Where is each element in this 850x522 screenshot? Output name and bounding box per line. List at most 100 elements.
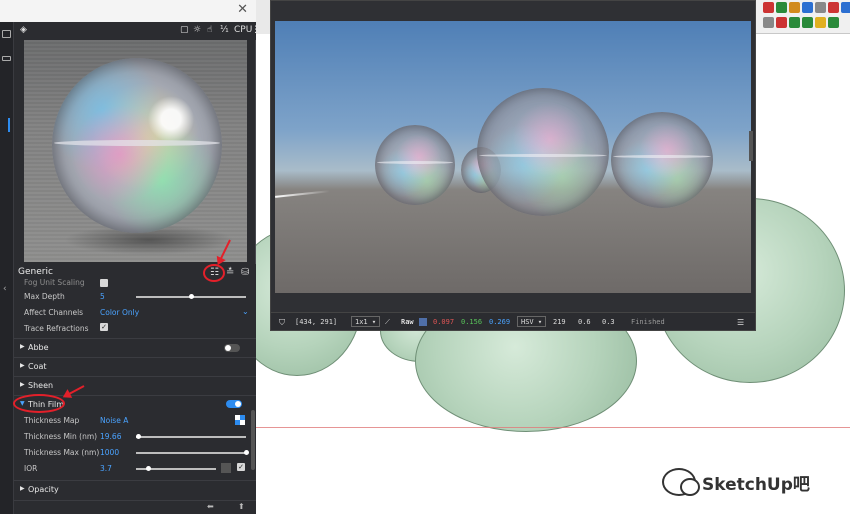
wechat-icon (662, 468, 700, 496)
slider-knob[interactable] (244, 450, 249, 455)
texture-slot-icon[interactable] (221, 463, 231, 473)
log-icon[interactable]: ☰ (737, 318, 744, 327)
layers-icon[interactable] (2, 56, 11, 61)
panel-titlebar: ✕ (0, 0, 256, 22)
param-label: Trace Refractions (24, 324, 89, 333)
thickness-min-slider[interactable] (136, 436, 246, 438)
light-icon[interactable]: ☼ (193, 25, 201, 35)
expand-icon[interactable]: ▶ (20, 343, 25, 350)
light-streak (275, 190, 330, 198)
vray-asset-editor: ✕ ‹ ◈ ▢ ☼ ☝ ¹⁄₁ CPU ⋮ Generic ☷ ≛ ⛁ Fog … (0, 0, 260, 514)
back-arrow-icon[interactable]: ⬅ (207, 502, 214, 511)
zoom-value: 1x1 (355, 318, 368, 326)
hue-value: 219 (553, 318, 566, 326)
color-mode-dropdown[interactable]: HSV ▾ (517, 316, 547, 327)
thin-film-toggle[interactable] (226, 400, 242, 408)
ior-value[interactable]: 3.7 (100, 464, 112, 473)
panel-footer: ⬅ ⬆ (14, 500, 256, 514)
expand-icon[interactable]: ▶ (20, 362, 25, 369)
tool-icon[interactable] (841, 2, 850, 13)
max-depth-value[interactable]: 5 (100, 292, 105, 301)
section-label: Coat (28, 362, 47, 371)
collapse-icon[interactable]: ‹ (3, 284, 7, 294)
close-icon[interactable]: ✕ (237, 2, 248, 17)
pixel-color-swatch (419, 318, 427, 326)
render-view[interactable] (275, 21, 751, 293)
section-label: Abbe (28, 343, 49, 352)
tool-icon[interactable] (802, 17, 813, 28)
expand-icon[interactable]: ▶ (20, 485, 25, 492)
param-row-thickness-map: Thickness Map Noise A (24, 414, 256, 428)
preview-icon[interactable]: ◈ (20, 25, 27, 35)
tool-icon[interactable] (815, 2, 826, 13)
thickness-map-texture[interactable]: Noise A (100, 416, 128, 425)
zoom-dropdown[interactable]: 1x1 ▾ (351, 316, 381, 327)
tool-icon[interactable] (763, 17, 774, 28)
render-reflection-band (479, 154, 607, 157)
render-sphere (611, 112, 713, 208)
value-value: 0.3 (602, 318, 615, 326)
toggle-knob (235, 401, 241, 407)
param-row-thickness-max: Thickness Max (nm) 1000 (24, 446, 256, 460)
watermark-text: SketchUp吧 (702, 474, 810, 495)
section-sheen[interactable]: ▶ Sheen (14, 376, 256, 394)
frame-buffer-side-handle[interactable] (749, 131, 753, 161)
section-opacity[interactable]: ▶ Opacity (14, 480, 256, 498)
frame-buffer-titlebar (271, 1, 755, 21)
scrollbar[interactable] (251, 410, 255, 470)
chevron-down-icon[interactable]: ⌄ (242, 307, 249, 316)
param-label: IOR (24, 464, 38, 473)
thickness-min-value[interactable]: 19.66 (100, 432, 121, 441)
engine-selector[interactable]: CPU (234, 25, 252, 35)
render-status: Finished (631, 318, 665, 326)
tool-icon[interactable] (789, 17, 800, 28)
expand-icon[interactable]: ▶ (20, 381, 25, 388)
tool-icon[interactable] (828, 17, 839, 28)
up-arrow-icon[interactable]: ⬆ (238, 502, 245, 511)
param-row-affect-channels: Affect Channels Color Only ⌄ (24, 306, 256, 320)
trace-refractions-checkbox[interactable]: ✓ (100, 323, 108, 331)
slider-knob[interactable] (146, 466, 151, 471)
section-coat[interactable]: ▶ Coat (14, 357, 256, 375)
green-value: 0.156 (461, 318, 483, 326)
thickness-max-slider[interactable] (136, 452, 246, 454)
param-row-thickness-min: Thickness Min (nm) 19.66 (24, 430, 256, 444)
abbe-toggle[interactable] (224, 344, 240, 352)
color-picker-icon[interactable]: ⟋ (385, 318, 390, 327)
material-preview (24, 40, 247, 262)
param-row-max-depth: Max Depth 5 (24, 290, 256, 304)
param-label: Thickness Map (24, 416, 80, 425)
red-axis-line (256, 427, 850, 428)
more-icon[interactable]: ⋮ (251, 25, 260, 35)
param-label: Thickness Min (nm) (24, 432, 98, 441)
cursor-coords: [434, 291] (295, 318, 338, 326)
blue-value: 0.269 (489, 318, 511, 326)
ior-texture-checkbox[interactable]: ✓ (237, 463, 245, 471)
thickness-max-value[interactable]: 1000 (100, 448, 119, 457)
slider-knob[interactable] (136, 434, 142, 439)
tool-icon[interactable] (776, 17, 787, 28)
affect-channels-dropdown[interactable]: Color Only (100, 308, 139, 317)
section-label: Opacity (28, 485, 59, 494)
tool-icon[interactable] (763, 2, 774, 13)
param-row-ior: IOR 3.7 ✓ (24, 462, 256, 476)
tool-icon[interactable] (802, 2, 813, 13)
scene-icon[interactable]: ▢ (180, 25, 189, 35)
render-reflection-band (613, 155, 711, 158)
render-reflection-band (377, 161, 453, 164)
section-abbe[interactable]: ▶ Abbe (14, 338, 256, 356)
toggle-knob (225, 345, 231, 351)
tool-icon[interactable] (789, 2, 800, 13)
resolution-icon[interactable]: ¹⁄₁ (220, 25, 229, 35)
tool-icon[interactable] (776, 2, 787, 13)
pin-icon[interactable]: ⛉ (279, 318, 285, 328)
param-label: Fog Unit Scaling (24, 278, 85, 287)
param-label: Max Depth (24, 292, 65, 301)
slider-knob[interactable] (189, 294, 194, 299)
hand-icon[interactable]: ☝ (207, 25, 212, 35)
tool-icon[interactable] (828, 2, 839, 13)
fog-scaling-checkbox[interactable] (100, 279, 108, 287)
materials-icon[interactable] (2, 30, 11, 38)
texture-icon[interactable] (235, 415, 245, 425)
tool-icon[interactable] (815, 17, 826, 28)
